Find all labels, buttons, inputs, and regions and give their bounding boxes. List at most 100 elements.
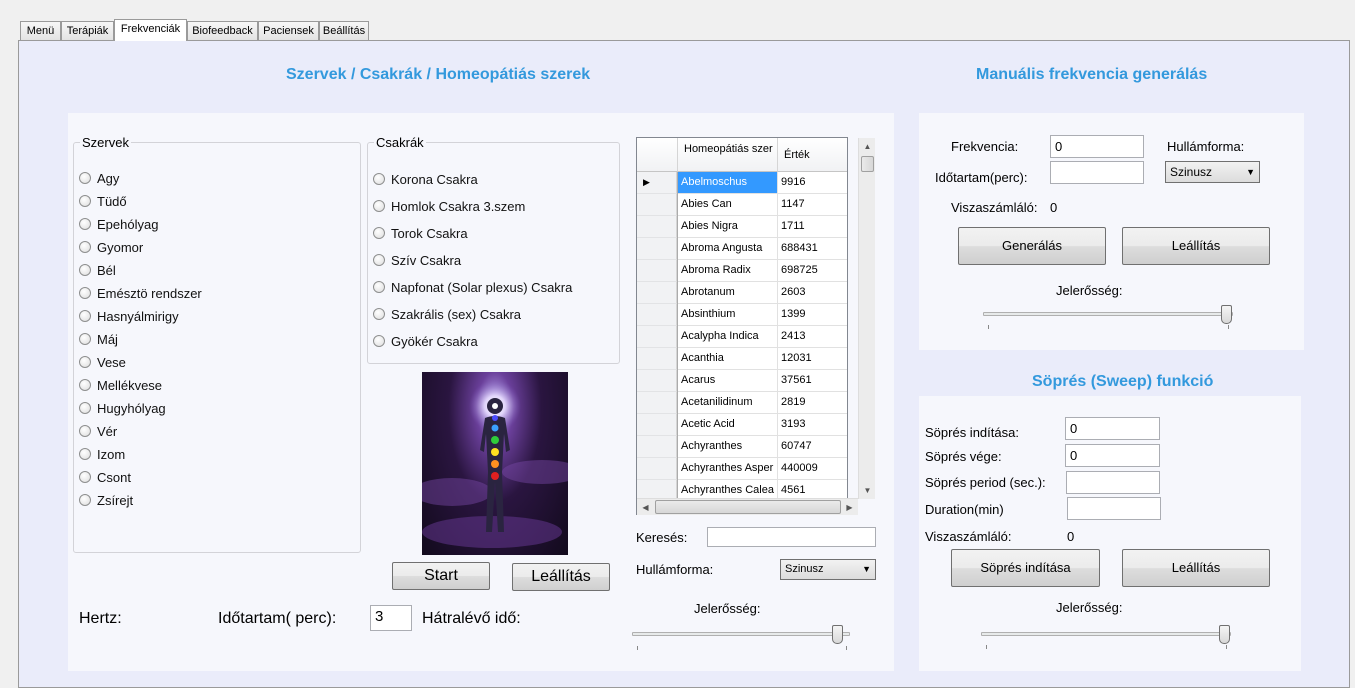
- scrollbar-thumb[interactable]: [861, 156, 874, 172]
- table-row[interactable]: ▶ Abelmoschus 9916: [637, 172, 847, 194]
- remedy-name-cell[interactable]: Abies Nigra: [678, 216, 778, 238]
- radio-button[interactable]: [79, 425, 91, 437]
- row-header[interactable]: [637, 260, 677, 282]
- remedy-name-cell[interactable]: Absinthium: [678, 304, 778, 326]
- remedy-name-cell[interactable]: Acanthia: [678, 348, 778, 370]
- start-button[interactable]: Start: [392, 562, 490, 590]
- remedy-name-cell[interactable]: Abelmoschus: [678, 172, 778, 194]
- remedy-name-cell[interactable]: Achyranthes: [678, 436, 778, 458]
- sweep-start-input[interactable]: 0: [1065, 417, 1160, 440]
- sweep-intensity-thumb[interactable]: [1218, 625, 1230, 644]
- table-row[interactable]: Acanthia 12031: [637, 348, 847, 370]
- remedy-value-cell[interactable]: 2413: [778, 326, 847, 348]
- radio-button[interactable]: [373, 227, 385, 239]
- row-header[interactable]: ▶: [637, 172, 677, 194]
- tab-patients[interactable]: Paciensek: [258, 21, 319, 40]
- manual-intensity-track[interactable]: [983, 312, 1233, 316]
- scroll-down-icon[interactable]: ▼: [859, 482, 876, 499]
- row-header[interactable]: [637, 304, 677, 326]
- sweep-end-input[interactable]: 0: [1065, 444, 1160, 467]
- table-row[interactable]: Acarus 37561: [637, 370, 847, 392]
- remedy-name-cell[interactable]: Acetic Acid: [678, 414, 778, 436]
- radio-button[interactable]: [373, 200, 385, 212]
- radio-button[interactable]: [79, 471, 91, 483]
- search-input[interactable]: [707, 527, 876, 547]
- remedy-value-cell[interactable]: 1147: [778, 194, 847, 216]
- scroll-left-icon[interactable]: ◀: [637, 499, 654, 516]
- remedy-value-cell[interactable]: 9916: [778, 172, 847, 194]
- tab-frequencies[interactable]: Frekvenciák: [114, 19, 187, 41]
- remedy-value-cell[interactable]: 60747: [778, 436, 847, 458]
- radio-button[interactable]: [373, 281, 385, 293]
- intensity-slider-track[interactable]: [632, 632, 850, 636]
- grid-header-remedy[interactable]: Homeopátiás szer: [678, 138, 778, 172]
- table-row[interactable]: Achyranthes 60747: [637, 436, 847, 458]
- waveform-select[interactable]: Szinusz ▼: [780, 559, 876, 580]
- duration-input[interactable]: 3: [370, 605, 412, 631]
- radio-button[interactable]: [79, 264, 91, 276]
- remedy-value-cell[interactable]: 1399: [778, 304, 847, 326]
- radio-button[interactable]: [79, 241, 91, 253]
- remedy-value-cell[interactable]: 2603: [778, 282, 847, 304]
- grid-horizontal-scrollbar[interactable]: ◀ ▶: [637, 498, 858, 515]
- row-header[interactable]: [637, 348, 677, 370]
- radio-button[interactable]: [79, 379, 91, 391]
- row-header[interactable]: [637, 436, 677, 458]
- sweep-period-input[interactable]: [1066, 471, 1160, 494]
- table-row[interactable]: Acetic Acid 3193: [637, 414, 847, 436]
- remedy-name-cell[interactable]: Abies Can: [678, 194, 778, 216]
- radio-button[interactable]: [373, 308, 385, 320]
- radio-button[interactable]: [79, 310, 91, 322]
- radio-button[interactable]: [79, 448, 91, 460]
- radio-button[interactable]: [373, 254, 385, 266]
- remedy-value-cell[interactable]: 698725: [778, 260, 847, 282]
- tab-therapies[interactable]: Terápiák: [61, 21, 114, 40]
- row-header[interactable]: [637, 458, 677, 480]
- grid-vertical-scrollbar[interactable]: ▲ ▼: [858, 138, 875, 499]
- intensity-slider-thumb[interactable]: [831, 625, 843, 644]
- table-row[interactable]: Abies Can 1147: [637, 194, 847, 216]
- remedy-name-cell[interactable]: Acetanilidinum: [678, 392, 778, 414]
- radio-button[interactable]: [79, 402, 91, 414]
- row-header[interactable]: [637, 392, 677, 414]
- remedy-name-cell[interactable]: Abroma Angusta: [678, 238, 778, 260]
- sweep-duration-input[interactable]: [1067, 497, 1161, 520]
- row-header[interactable]: [637, 216, 677, 238]
- table-row[interactable]: Abroma Angusta 688431: [637, 238, 847, 260]
- grid-header-value[interactable]: Érték: [778, 138, 847, 172]
- stop-button[interactable]: Leállítás: [512, 563, 610, 591]
- remedy-value-cell[interactable]: 12031: [778, 348, 847, 370]
- tab-biofeedback[interactable]: Biofeedback: [187, 21, 258, 40]
- remedy-value-cell[interactable]: 440009: [778, 458, 847, 480]
- radio-button[interactable]: [79, 172, 91, 184]
- manual-intensity-thumb[interactable]: [1220, 305, 1232, 324]
- table-row[interactable]: Abies Nigra 1711: [637, 216, 847, 238]
- sweep-intensity-track[interactable]: [981, 632, 1231, 636]
- scroll-up-icon[interactable]: ▲: [859, 138, 876, 155]
- remedy-value-cell[interactable]: 37561: [778, 370, 847, 392]
- table-row[interactable]: Abroma Radix 698725: [637, 260, 847, 282]
- row-header[interactable]: [637, 414, 677, 436]
- table-row[interactable]: Absinthium 1399: [637, 304, 847, 326]
- radio-button[interactable]: [79, 494, 91, 506]
- manual-stop-button[interactable]: Leállítás: [1122, 227, 1270, 265]
- remedy-name-cell[interactable]: Abroma Radix: [678, 260, 778, 282]
- tab-menu[interactable]: Menü: [20, 21, 61, 40]
- generate-button[interactable]: Generálás: [958, 227, 1106, 265]
- radio-button[interactable]: [79, 356, 91, 368]
- remedy-value-cell[interactable]: 1711: [778, 216, 847, 238]
- remedy-value-cell[interactable]: 3193: [778, 414, 847, 436]
- table-row[interactable]: Acetanilidinum 2819: [637, 392, 847, 414]
- remedy-name-cell[interactable]: Abrotanum: [678, 282, 778, 304]
- scroll-right-icon[interactable]: ▶: [841, 499, 858, 516]
- table-row[interactable]: Abrotanum 2603: [637, 282, 847, 304]
- row-header[interactable]: [637, 282, 677, 304]
- row-header[interactable]: [637, 194, 677, 216]
- radio-button[interactable]: [373, 173, 385, 185]
- hscrollbar-thumb[interactable]: [655, 500, 841, 514]
- manual-waveform-select[interactable]: Szinusz ▼: [1165, 161, 1260, 183]
- table-row[interactable]: Achyranthes Asper 440009: [637, 458, 847, 480]
- tab-settings[interactable]: Beállítás: [319, 21, 369, 40]
- row-header[interactable]: [637, 326, 677, 348]
- row-header[interactable]: [637, 370, 677, 392]
